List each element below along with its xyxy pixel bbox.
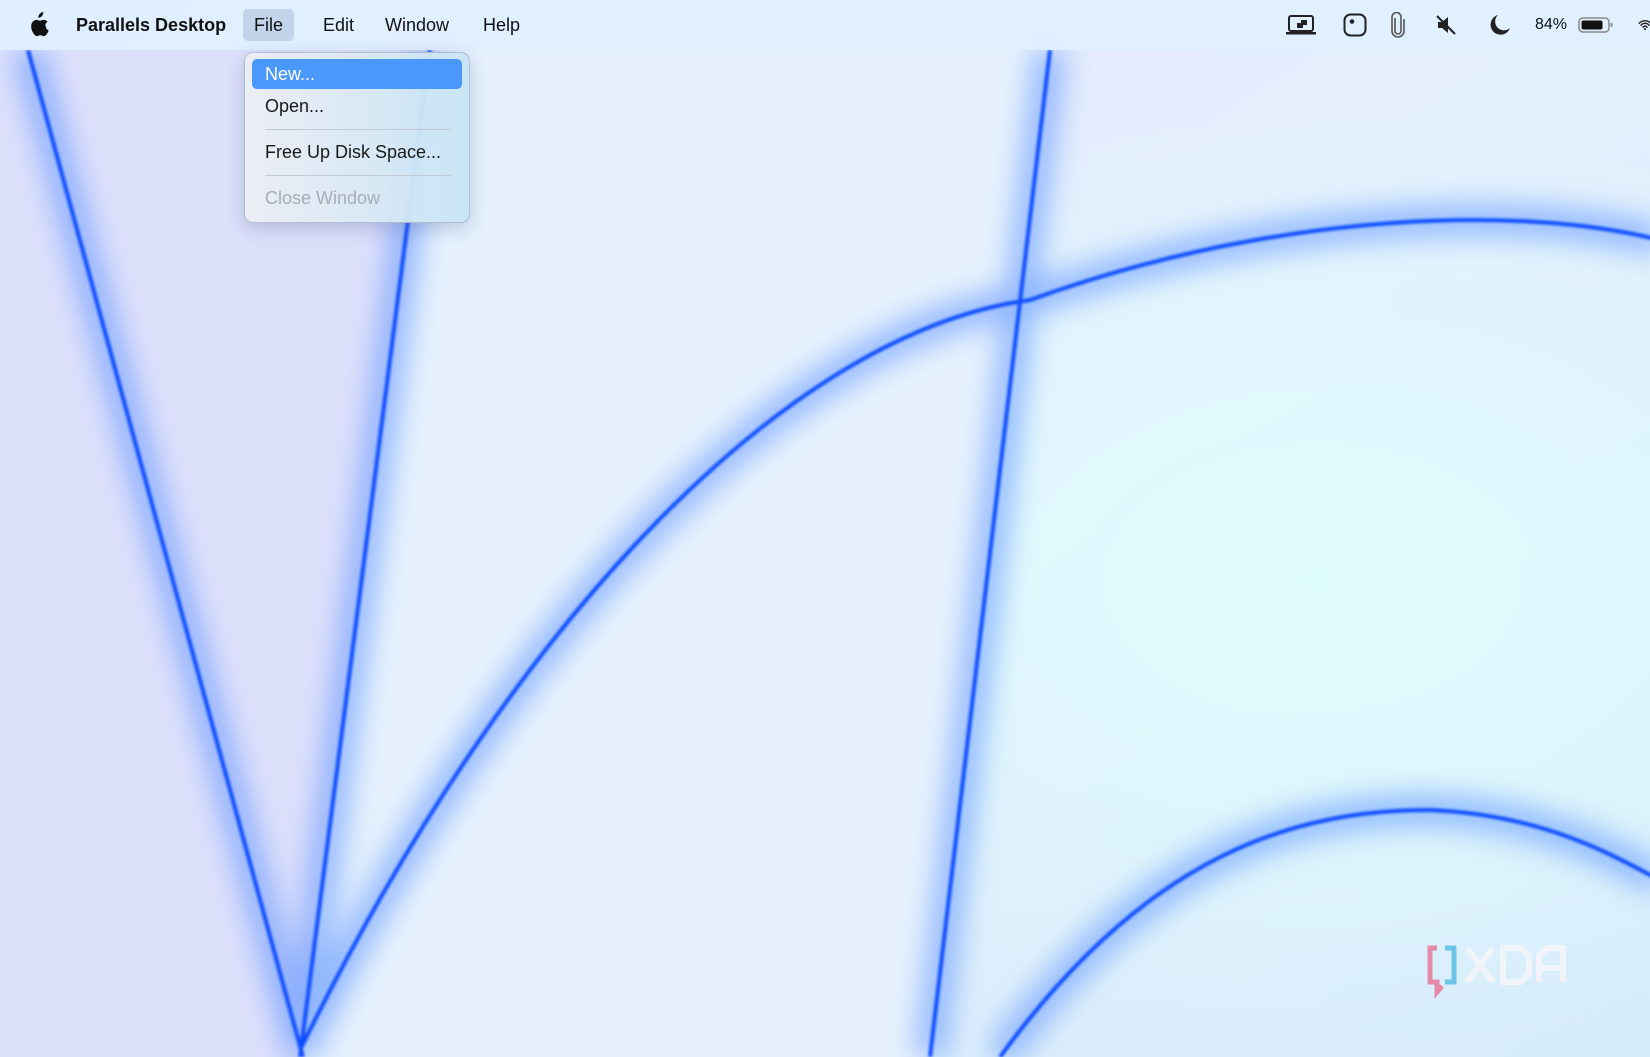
focus-dot-icon[interactable] (1343, 12, 1367, 38)
apple-logo-icon[interactable] (27, 12, 49, 38)
menu-bar: Parallels Desktop File Edit Window Help … (0, 0, 1650, 50)
battery-icon[interactable] (1578, 12, 1614, 38)
menu-item-open[interactable]: Open... (252, 91, 462, 121)
menu-help[interactable]: Help (472, 9, 531, 41)
xda-watermark-logo (1425, 940, 1590, 1005)
paperclip-icon[interactable] (1390, 12, 1406, 38)
parallels-screen-icon[interactable] (1286, 12, 1316, 38)
wifi-icon[interactable] (1638, 12, 1650, 38)
menu-file[interactable]: File (243, 9, 295, 41)
menu-window[interactable]: Window (374, 9, 460, 41)
menu-item-close-window: Close Window (265, 188, 381, 208)
menu-item-new[interactable]: New... (252, 59, 462, 89)
muted-speaker-icon[interactable] (1434, 12, 1458, 38)
moon-icon[interactable] (1488, 12, 1512, 38)
file-menu-dropdown: New... Open... Free Up Disk Space... Clo… (244, 52, 470, 223)
app-menu-parallels-desktop[interactable]: Parallels Desktop (65, 9, 237, 41)
menu-separator (265, 129, 451, 130)
menu-edit[interactable]: Edit (312, 9, 365, 41)
menu-item-free-up-disk-space[interactable]: Free Up Disk Space... (252, 137, 462, 167)
battery-percent[interactable]: 84% (1535, 12, 1567, 38)
menu-separator (265, 175, 451, 176)
